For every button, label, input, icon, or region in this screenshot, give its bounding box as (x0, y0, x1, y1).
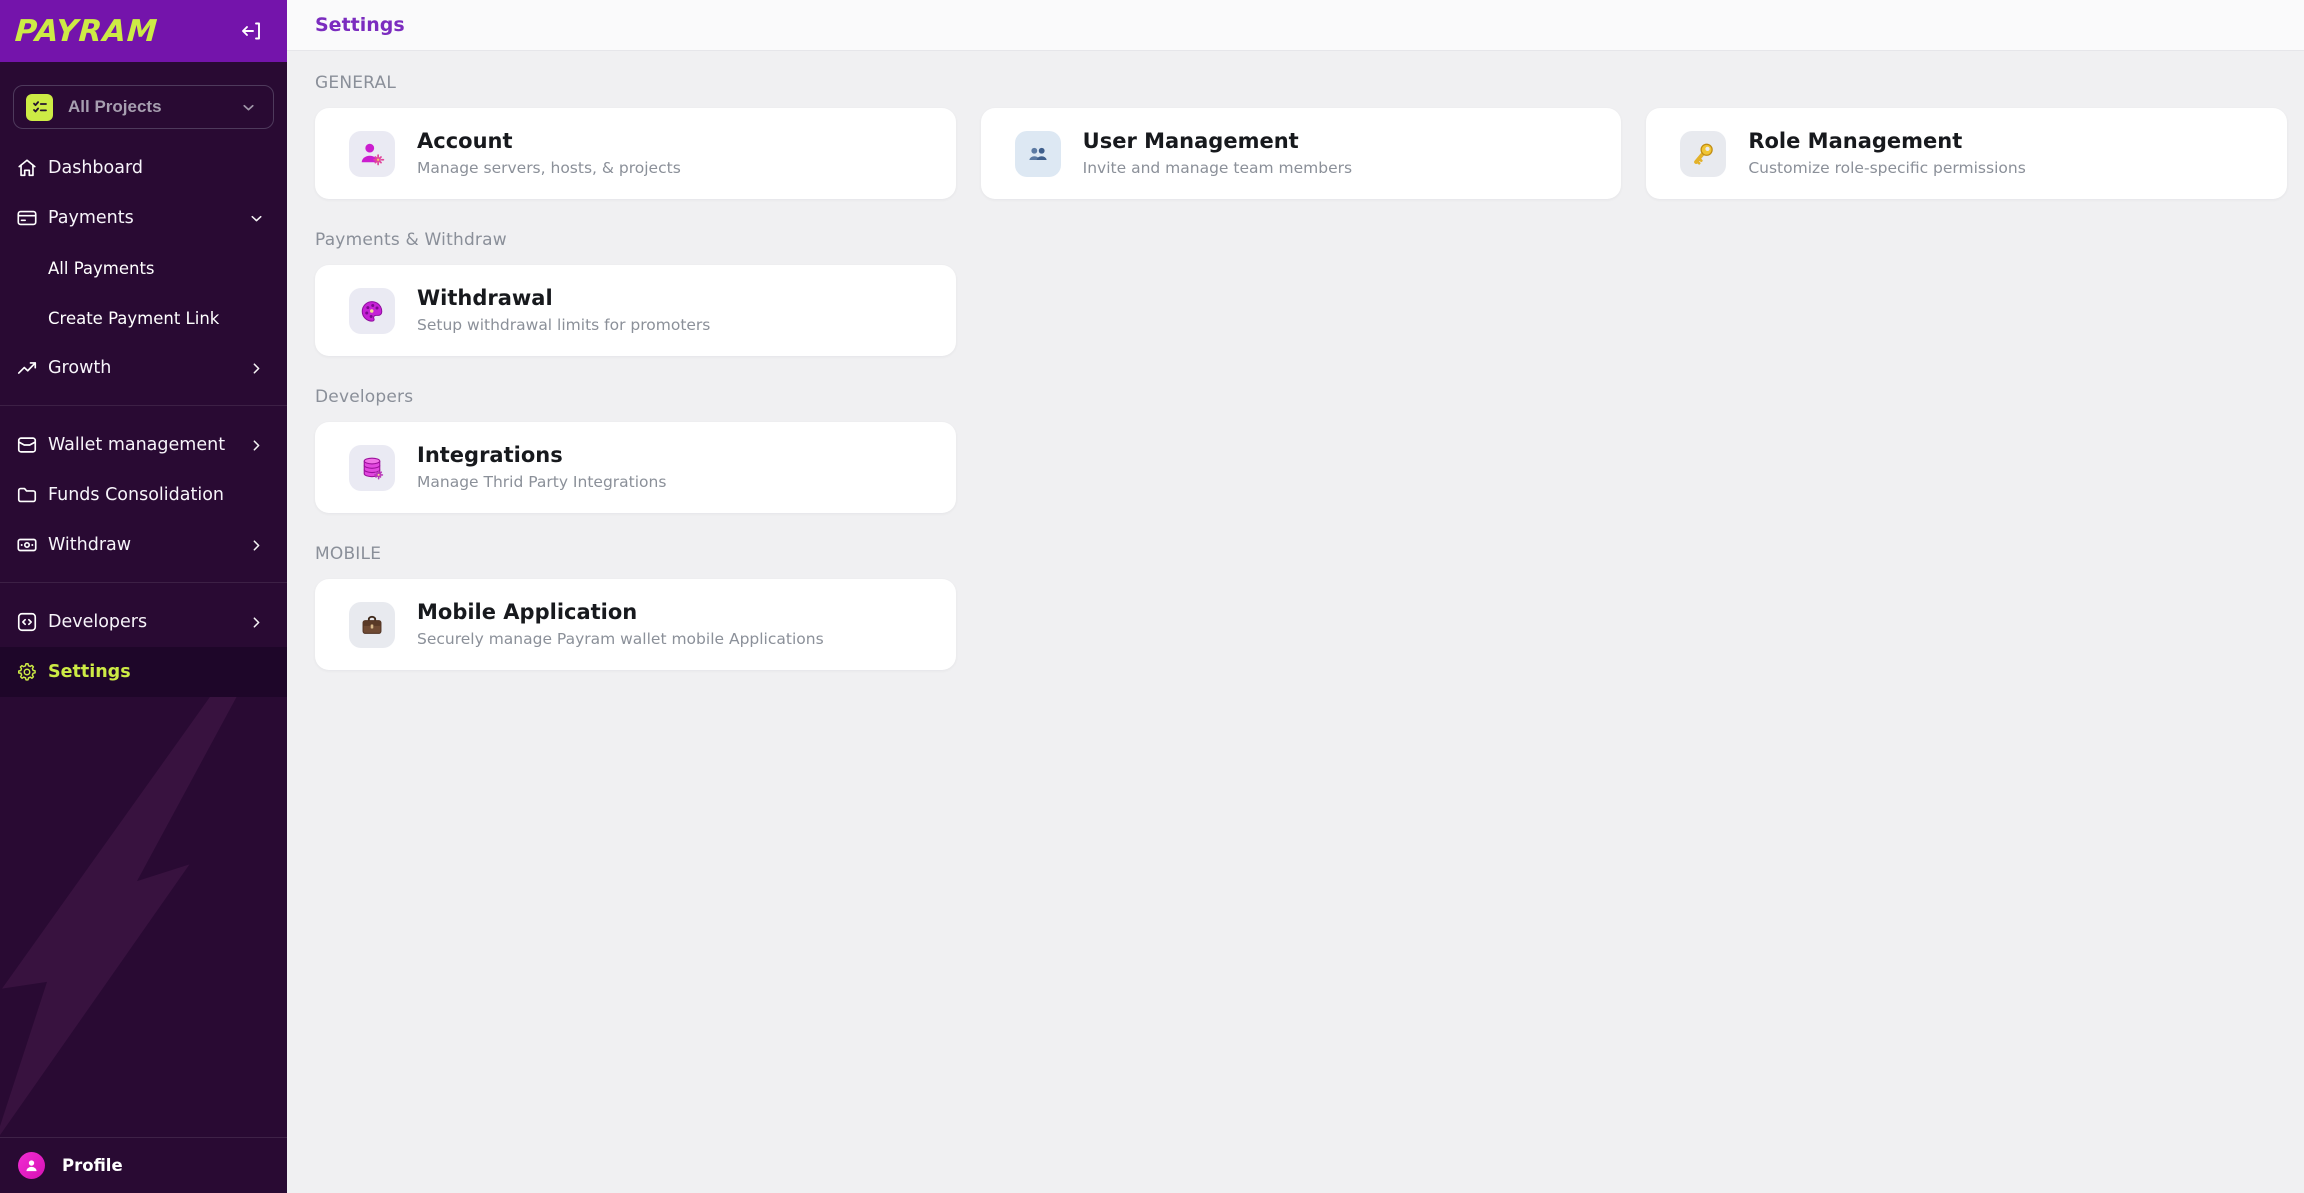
settings-card-integrations[interactable]: Integrations Manage Thrid Party Integrat… (315, 422, 956, 513)
sidebar-item-label: Growth (48, 358, 248, 378)
section-developers: Developers (315, 387, 2287, 513)
banknote-icon (16, 534, 38, 556)
palette-icon (349, 288, 395, 334)
card-subtitle: Securely manage Payram wallet mobile App… (417, 630, 824, 648)
database-icon (349, 445, 395, 491)
sidebar-subitem-create-payment-link[interactable]: Create Payment Link (0, 293, 287, 343)
sidebar-item-withdraw[interactable]: Withdraw (0, 520, 287, 570)
code-icon (16, 611, 38, 633)
folder-icon (16, 484, 38, 506)
sidebar-item-label: Dashboard (48, 158, 265, 178)
card-title: Withdrawal (417, 287, 710, 310)
section-heading-developers: Developers (315, 387, 2287, 407)
settings-card-account[interactable]: Account Manage servers, hosts, & project… (315, 108, 956, 199)
sidebar-item-funds-consolidation[interactable]: Funds Consolidation (0, 470, 287, 520)
profile-label: Profile (62, 1156, 123, 1175)
key-icon (1680, 131, 1726, 177)
card-subtitle: Setup withdrawal limits for promoters (417, 316, 710, 334)
section-heading-general: GENERAL (315, 73, 2287, 93)
chevron-right-icon (248, 614, 265, 631)
credit-card-icon (16, 207, 38, 229)
chevron-right-icon (248, 537, 265, 554)
sidebar-item-label: Settings (48, 662, 265, 682)
sidebar-item-label: Wallet management (48, 435, 248, 455)
sidebar-item-label: Withdraw (48, 535, 248, 555)
chevron-right-icon (248, 437, 265, 454)
section-mobile: MOBILE Mobile Application Securely manag… (315, 544, 2287, 670)
sidebar-subitem-all-payments[interactable]: All Payments (0, 243, 287, 293)
divider (0, 405, 287, 406)
sidebar-header: PAYRAM (0, 0, 287, 62)
project-selector[interactable]: All Projects (13, 85, 274, 129)
project-selector-label: All Projects (68, 97, 225, 117)
lightning-watermark (0, 673, 272, 1143)
main-area: Settings GENERAL (287, 0, 2304, 1193)
sidebar-item-developers[interactable]: Developers (0, 597, 287, 647)
settings-card-role-management[interactable]: Role Management Customize role-specific … (1646, 108, 2287, 199)
person-avatar-icon (18, 1152, 45, 1179)
user-gear-icon (349, 131, 395, 177)
sidebar-item-growth[interactable]: Growth (0, 343, 287, 393)
trending-up-icon (16, 357, 38, 379)
profile-button[interactable]: Profile (0, 1137, 287, 1193)
card-title: Integrations (417, 444, 666, 467)
card-title: Mobile Application (417, 601, 824, 624)
wallet-icon (16, 434, 38, 456)
page-title: Settings (315, 14, 405, 36)
page-header: Settings (287, 0, 2304, 51)
section-heading-mobile: MOBILE (315, 544, 2287, 564)
collapse-sidebar-icon[interactable] (237, 17, 265, 45)
sidebar-item-payments[interactable]: Payments (0, 193, 287, 243)
settings-content: GENERAL (287, 51, 2304, 670)
sidebar-item-dashboard[interactable]: Dashboard (0, 143, 287, 193)
users-icon (1015, 131, 1061, 177)
card-title: Role Management (1748, 130, 2025, 153)
sidebar-item-label: Payments (48, 208, 248, 228)
payram-logo: PAYRAM (14, 14, 159, 49)
sidebar-item-settings[interactable]: Settings (0, 647, 287, 697)
card-subtitle: Manage Thrid Party Integrations (417, 473, 666, 491)
card-subtitle: Manage servers, hosts, & projects (417, 159, 681, 177)
card-subtitle: Customize role-specific permissions (1748, 159, 2025, 177)
card-subtitle: Invite and manage team members (1083, 159, 1352, 177)
settings-card-user-management[interactable]: User Management Invite and manage team m… (981, 108, 1622, 199)
divider (0, 582, 287, 583)
section-heading-payments-withdraw: Payments & Withdraw (315, 230, 2287, 250)
settings-card-withdrawal[interactable]: Withdrawal Setup withdrawal limits for p… (315, 265, 956, 356)
chevron-right-icon (248, 360, 265, 377)
home-icon (16, 157, 38, 179)
briefcase-icon (349, 602, 395, 648)
chevron-down-icon (240, 99, 257, 116)
sidebar: PAYRAM All Projects Dashboard (0, 0, 287, 1193)
sidebar-item-wallet-management[interactable]: Wallet management (0, 420, 287, 470)
gear-icon (16, 661, 38, 683)
sidebar-nav: Dashboard Payments All Payments Create P… (0, 143, 287, 697)
settings-card-mobile-application[interactable]: Mobile Application Securely manage Payra… (315, 579, 956, 670)
card-title: User Management (1083, 130, 1352, 153)
sidebar-item-label: Developers (48, 612, 248, 632)
checklist-icon (26, 94, 53, 121)
section-general: GENERAL (315, 73, 2287, 199)
card-title: Account (417, 130, 681, 153)
chevron-down-icon (248, 210, 265, 227)
section-payments-withdraw: Payments & Withdraw (315, 230, 2287, 356)
sidebar-item-label: Funds Consolidation (48, 485, 265, 505)
